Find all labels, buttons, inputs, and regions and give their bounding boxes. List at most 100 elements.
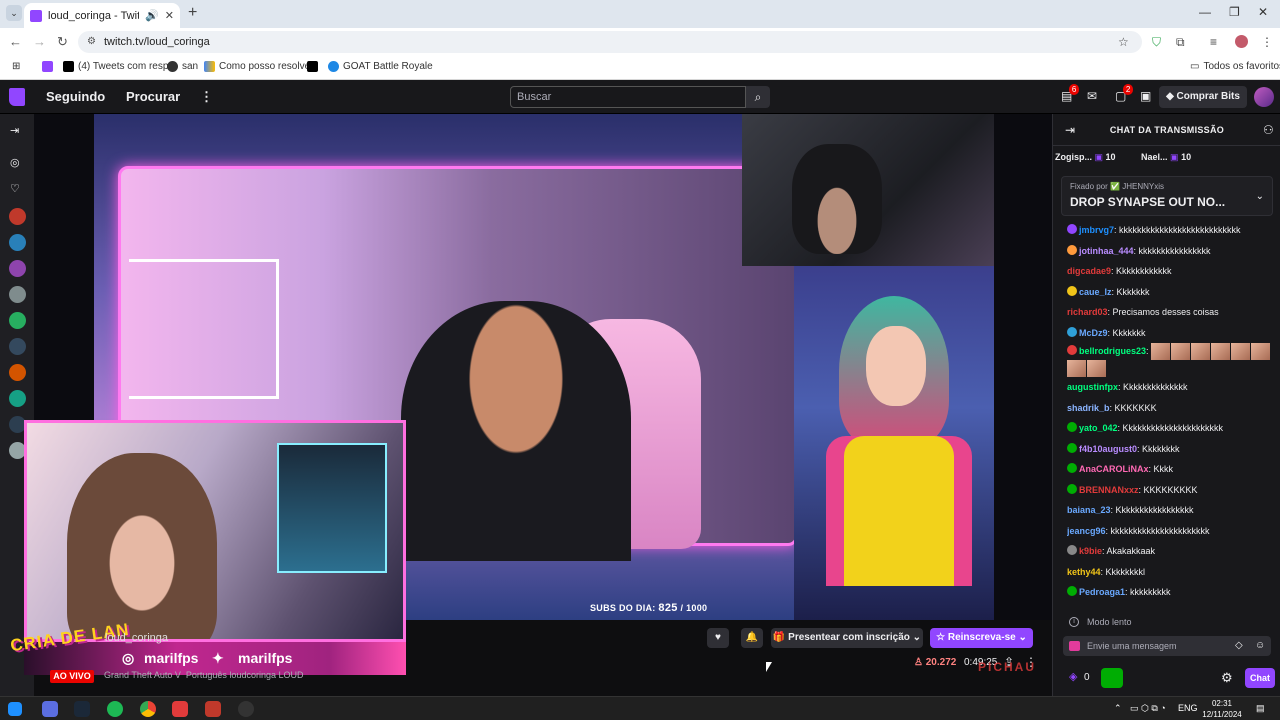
chevron-down-icon[interactable]: ⌄ bbox=[1256, 191, 1264, 202]
chat-username[interactable]: k9bie bbox=[1079, 546, 1102, 556]
spotify-icon[interactable] bbox=[107, 701, 123, 717]
channel-avatar[interactable] bbox=[9, 364, 26, 381]
chat-input[interactable]: Envie uma mensagem ◇ ☺ bbox=[1063, 636, 1271, 656]
tags-list[interactable]: Português loudcoringa LOUD bbox=[186, 670, 304, 680]
chat-username[interactable]: Pedroaga1 bbox=[1079, 587, 1125, 597]
prime-loot-icon[interactable]: ▣ bbox=[1140, 89, 1151, 103]
search-icon[interactable]: ⌕ bbox=[746, 86, 770, 108]
inbox-icon[interactable]: ✉ bbox=[1087, 89, 1097, 103]
chat-badge-icon[interactable] bbox=[1067, 442, 1077, 453]
channel-avatar[interactable] bbox=[9, 260, 26, 277]
bookmark-goat[interactable]: GOAT Battle Royale bbox=[328, 61, 433, 72]
notifications-icon[interactable]: ▤ 6 bbox=[1061, 84, 1080, 103]
chat-username[interactable]: jeancg96 bbox=[1067, 526, 1106, 536]
leaderboard-entry[interactable]: Nael... ▣ 10 bbox=[1141, 152, 1191, 163]
site-info-icon[interactable]: ⚙ bbox=[87, 31, 96, 53]
media-controls-icon[interactable]: ≡ bbox=[1210, 35, 1217, 49]
shield-extension-icon[interactable]: ⛉ bbox=[1152, 35, 1161, 50]
back-icon[interactable]: ← bbox=[9, 34, 22, 49]
twitch-logo-icon[interactable] bbox=[9, 88, 25, 106]
emote-icon[interactable] bbox=[1067, 360, 1086, 377]
buy-bits-button[interactable]: ◆ Comprar Bits bbox=[1159, 86, 1247, 108]
claim-bonus-button[interactable] bbox=[1101, 668, 1123, 688]
audio-icon[interactable]: 🔊 bbox=[145, 9, 159, 22]
chat-badge-icon[interactable] bbox=[1067, 422, 1077, 432]
following-circle-icon[interactable]: ◎ bbox=[10, 156, 20, 169]
chat-username[interactable]: BRENNANxxz bbox=[1079, 485, 1139, 495]
system-clock[interactable]: 02:31 12/11/2024 bbox=[1200, 698, 1244, 720]
emote-icon[interactable] bbox=[1251, 343, 1271, 361]
chat-username[interactable]: f4b10august0 bbox=[1079, 444, 1137, 454]
chat-username[interactable]: augustinfpx bbox=[1067, 382, 1118, 392]
user-avatar[interactable] bbox=[1254, 87, 1274, 107]
chat-username[interactable]: AnaCAROLiNAx bbox=[1079, 464, 1149, 474]
emote-icon[interactable] bbox=[1151, 343, 1171, 361]
chat-badge-icon[interactable] bbox=[1067, 285, 1077, 296]
bookmark-tweets[interactable]: (4) Tweets com resp... bbox=[63, 61, 177, 72]
chat-settings-icon[interactable]: ⚙ bbox=[1221, 670, 1233, 686]
chat-username[interactable]: bellrodrigues23 bbox=[1079, 346, 1146, 356]
chat-badge-icon[interactable] bbox=[1067, 586, 1077, 596]
bookmark-x[interactable] bbox=[307, 61, 318, 72]
emote-icon[interactable] bbox=[1191, 343, 1211, 361]
channel-avatar[interactable] bbox=[9, 312, 26, 329]
close-tab-icon[interactable]: ✕ bbox=[165, 9, 174, 22]
notifications-tray-icon[interactable]: ▤ bbox=[1256, 703, 1265, 714]
chat-username[interactable]: caue_lz bbox=[1079, 287, 1112, 297]
chat-username[interactable]: digcadae9 bbox=[1067, 266, 1111, 276]
all-bookmarks[interactable]: ▭ Todos os favoritos bbox=[1190, 61, 1280, 72]
users-in-chat-icon[interactable]: ⚇ bbox=[1263, 123, 1274, 137]
profile-avatar[interactable] bbox=[1235, 35, 1248, 48]
resubscribe-button[interactable]: ☆ Reinscreva-se ⌄ bbox=[930, 628, 1033, 648]
app-icon[interactable] bbox=[238, 701, 254, 717]
bookmark-san[interactable]: san bbox=[167, 61, 198, 72]
channel-avatar[interactable] bbox=[9, 234, 26, 251]
reload-icon[interactable]: ↻ bbox=[57, 34, 68, 50]
emote-icon[interactable] bbox=[1211, 343, 1231, 361]
nav-following[interactable]: Seguindo bbox=[46, 89, 105, 104]
tray-icons[interactable]: ▭ ⬡ ⧉ ◔ bbox=[1130, 703, 1166, 714]
close-window-icon[interactable]: ✕ bbox=[1258, 5, 1268, 19]
channel-points-icon[interactable]: ◈ bbox=[1069, 670, 1077, 683]
menu-kebab-icon[interactable]: ⋮ bbox=[1261, 35, 1273, 49]
steam-icon[interactable] bbox=[74, 701, 90, 717]
channel-avatar[interactable] bbox=[9, 338, 26, 355]
chat-username[interactable]: kethy44 bbox=[1067, 567, 1101, 577]
channel-avatar[interactable] bbox=[9, 208, 26, 225]
bookmark-star-icon[interactable]: ☆ bbox=[1118, 35, 1129, 49]
chat-username[interactable]: yato_042 bbox=[1079, 423, 1118, 433]
bookmark-twitch[interactable] bbox=[42, 61, 53, 72]
chat-send-button[interactable]: Chat bbox=[1245, 668, 1275, 688]
emote-picker-icon[interactable]: ☺ bbox=[1255, 636, 1265, 656]
chat-username[interactable]: richard03 bbox=[1067, 307, 1108, 317]
emote-icon[interactable] bbox=[1171, 343, 1191, 361]
emote-icon[interactable] bbox=[1231, 343, 1251, 361]
nav-browse[interactable]: Procurar bbox=[126, 89, 180, 104]
emote-icon[interactable] bbox=[1087, 360, 1106, 377]
app-icon[interactable] bbox=[205, 701, 221, 717]
tray-chevron-icon[interactable]: ⌃ bbox=[1114, 703, 1122, 714]
browser-tab[interactable]: loud_coringa - Twitch 🔊 ✕ bbox=[24, 3, 180, 28]
chat-badge-icon[interactable] bbox=[1067, 463, 1077, 473]
more-menu-icon[interactable]: ⋮ bbox=[200, 89, 213, 105]
search-input[interactable]: Buscar bbox=[510, 86, 746, 108]
chrome-icon[interactable] bbox=[140, 701, 156, 717]
pinned-message[interactable]: Fixado por ✅ JHENNYxis DROP SYNAPSE OUT … bbox=[1061, 176, 1273, 216]
chat-username[interactable]: McDz9 bbox=[1079, 328, 1108, 338]
app-icon[interactable] bbox=[42, 701, 58, 717]
chat-username[interactable]: baiana_23 bbox=[1067, 505, 1111, 515]
chat-username[interactable]: shadrik_b bbox=[1067, 403, 1110, 413]
url-field[interactable]: ⚙ twitch.tv/loud_coringa bbox=[78, 31, 1142, 53]
minimize-icon[interactable]: — bbox=[1199, 5, 1211, 19]
bookmark-como-posso[interactable]: Como posso resolve... bbox=[204, 61, 319, 72]
expand-sidebar-icon[interactable]: ⇥ bbox=[10, 124, 19, 137]
notification-bell-button[interactable]: 🔔 bbox=[741, 628, 763, 648]
chat-username[interactable]: jmbrvg7 bbox=[1079, 225, 1114, 235]
chat-badge-icon[interactable] bbox=[1067, 345, 1077, 355]
whispers-icon[interactable]: ▢ 2 bbox=[1115, 84, 1134, 103]
gift-sub-button[interactable]: 🎁 Presentear com inscrição ⌄ bbox=[771, 628, 923, 648]
extensions-icon[interactable]: ⧉ bbox=[1176, 35, 1185, 50]
chat-badge-icon[interactable] bbox=[1067, 326, 1077, 337]
tab-search-icon[interactable]: ⌄ bbox=[6, 5, 22, 21]
bits-cheer-icon[interactable]: ◇ bbox=[1235, 636, 1243, 656]
